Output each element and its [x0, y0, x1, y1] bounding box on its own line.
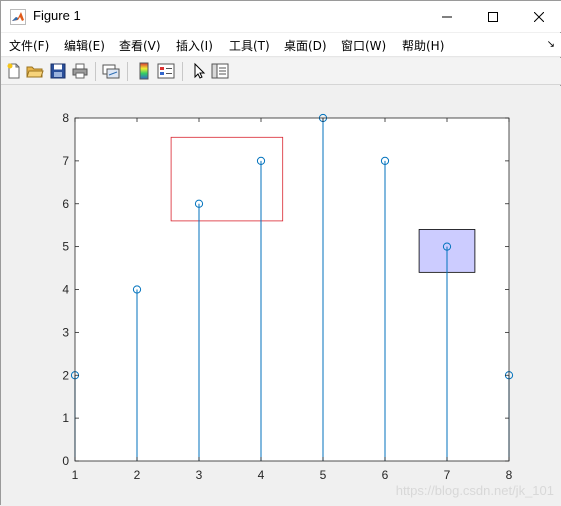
- insert-colorbar-icon[interactable]: [135, 62, 153, 80]
- new-figure-icon[interactable]: [5, 62, 23, 80]
- y-tick-label: 8: [62, 111, 69, 125]
- menu-overflow-icon[interactable]: ↘: [547, 39, 555, 50]
- y-tick-label: 4: [62, 283, 69, 297]
- maximize-button[interactable]: [470, 1, 516, 32]
- matlab-app-icon: [10, 9, 26, 25]
- edit-plot-pointer-icon[interactable]: [190, 62, 208, 80]
- maximize-icon: [488, 11, 498, 22]
- menu-view[interactable]: 查看(V): [119, 37, 161, 54]
- x-tick-label: 1: [72, 468, 79, 482]
- y-tick-label: 1: [62, 411, 69, 425]
- menu-tools[interactable]: 工具(T): [229, 37, 270, 54]
- y-tick-label: 5: [62, 240, 69, 254]
- minimize-button[interactable]: [424, 1, 470, 32]
- open-file-icon[interactable]: [26, 62, 44, 80]
- toolbar-separator: [127, 62, 128, 81]
- y-tick-label: 6: [62, 197, 69, 211]
- save-icon[interactable]: [49, 62, 67, 80]
- menu-insert[interactable]: 插入(I): [176, 37, 213, 54]
- y-tick-label: 0: [62, 454, 69, 468]
- menu-bar: 文件(F) 编辑(E) 查看(V) 插入(I) 工具(T) 桌面(D) 窗口(W…: [1, 33, 561, 57]
- title-bar: Figure 1: [1, 1, 561, 32]
- x-tick-label: 2: [134, 468, 141, 482]
- toolbar-separator: [95, 62, 96, 81]
- x-tick-label: 4: [258, 468, 265, 482]
- x-tick-label: 8: [506, 468, 513, 482]
- y-tick-label: 3: [62, 325, 69, 339]
- insert-legend-icon[interactable]: [157, 62, 175, 80]
- y-tick-label: 7: [62, 154, 69, 168]
- close-icon: [534, 11, 544, 22]
- toolbar-separator: [182, 62, 183, 81]
- menu-edit[interactable]: 编辑(E): [64, 37, 105, 54]
- minimize-icon: [442, 16, 452, 17]
- watermark: https://blog.csdn.net/jk_101: [395, 483, 554, 498]
- window-title: Figure 1: [33, 8, 81, 23]
- link-plot-icon[interactable]: [102, 62, 120, 80]
- figure-window: Figure 1 文件(F) 编辑(E) 查看(V) 插入(I) 工具(T) 桌…: [0, 0, 561, 506]
- x-tick-label: 5: [320, 468, 327, 482]
- property-inspector-icon[interactable]: [211, 62, 229, 80]
- menu-help[interactable]: 帮助(H): [402, 37, 444, 54]
- menu-window[interactable]: 窗口(W): [341, 37, 386, 54]
- x-tick-label: 7: [444, 468, 451, 482]
- menu-file[interactable]: 文件(F): [9, 37, 49, 54]
- x-tick-label: 6: [382, 468, 389, 482]
- menu-desktop[interactable]: 桌面(D): [284, 37, 327, 54]
- stem-plot: 1 2 3 4 5 6 7 8012345678: [62, 111, 514, 482]
- print-icon[interactable]: [71, 62, 89, 80]
- figure-canvas[interactable]: 12345678012345678 https://blog.csdn.net/…: [1, 86, 561, 506]
- x-tick-label: 3: [196, 468, 203, 482]
- close-button[interactable]: [516, 1, 561, 32]
- y-tick-label: 2: [62, 368, 69, 382]
- figure-toolbar: [1, 58, 561, 85]
